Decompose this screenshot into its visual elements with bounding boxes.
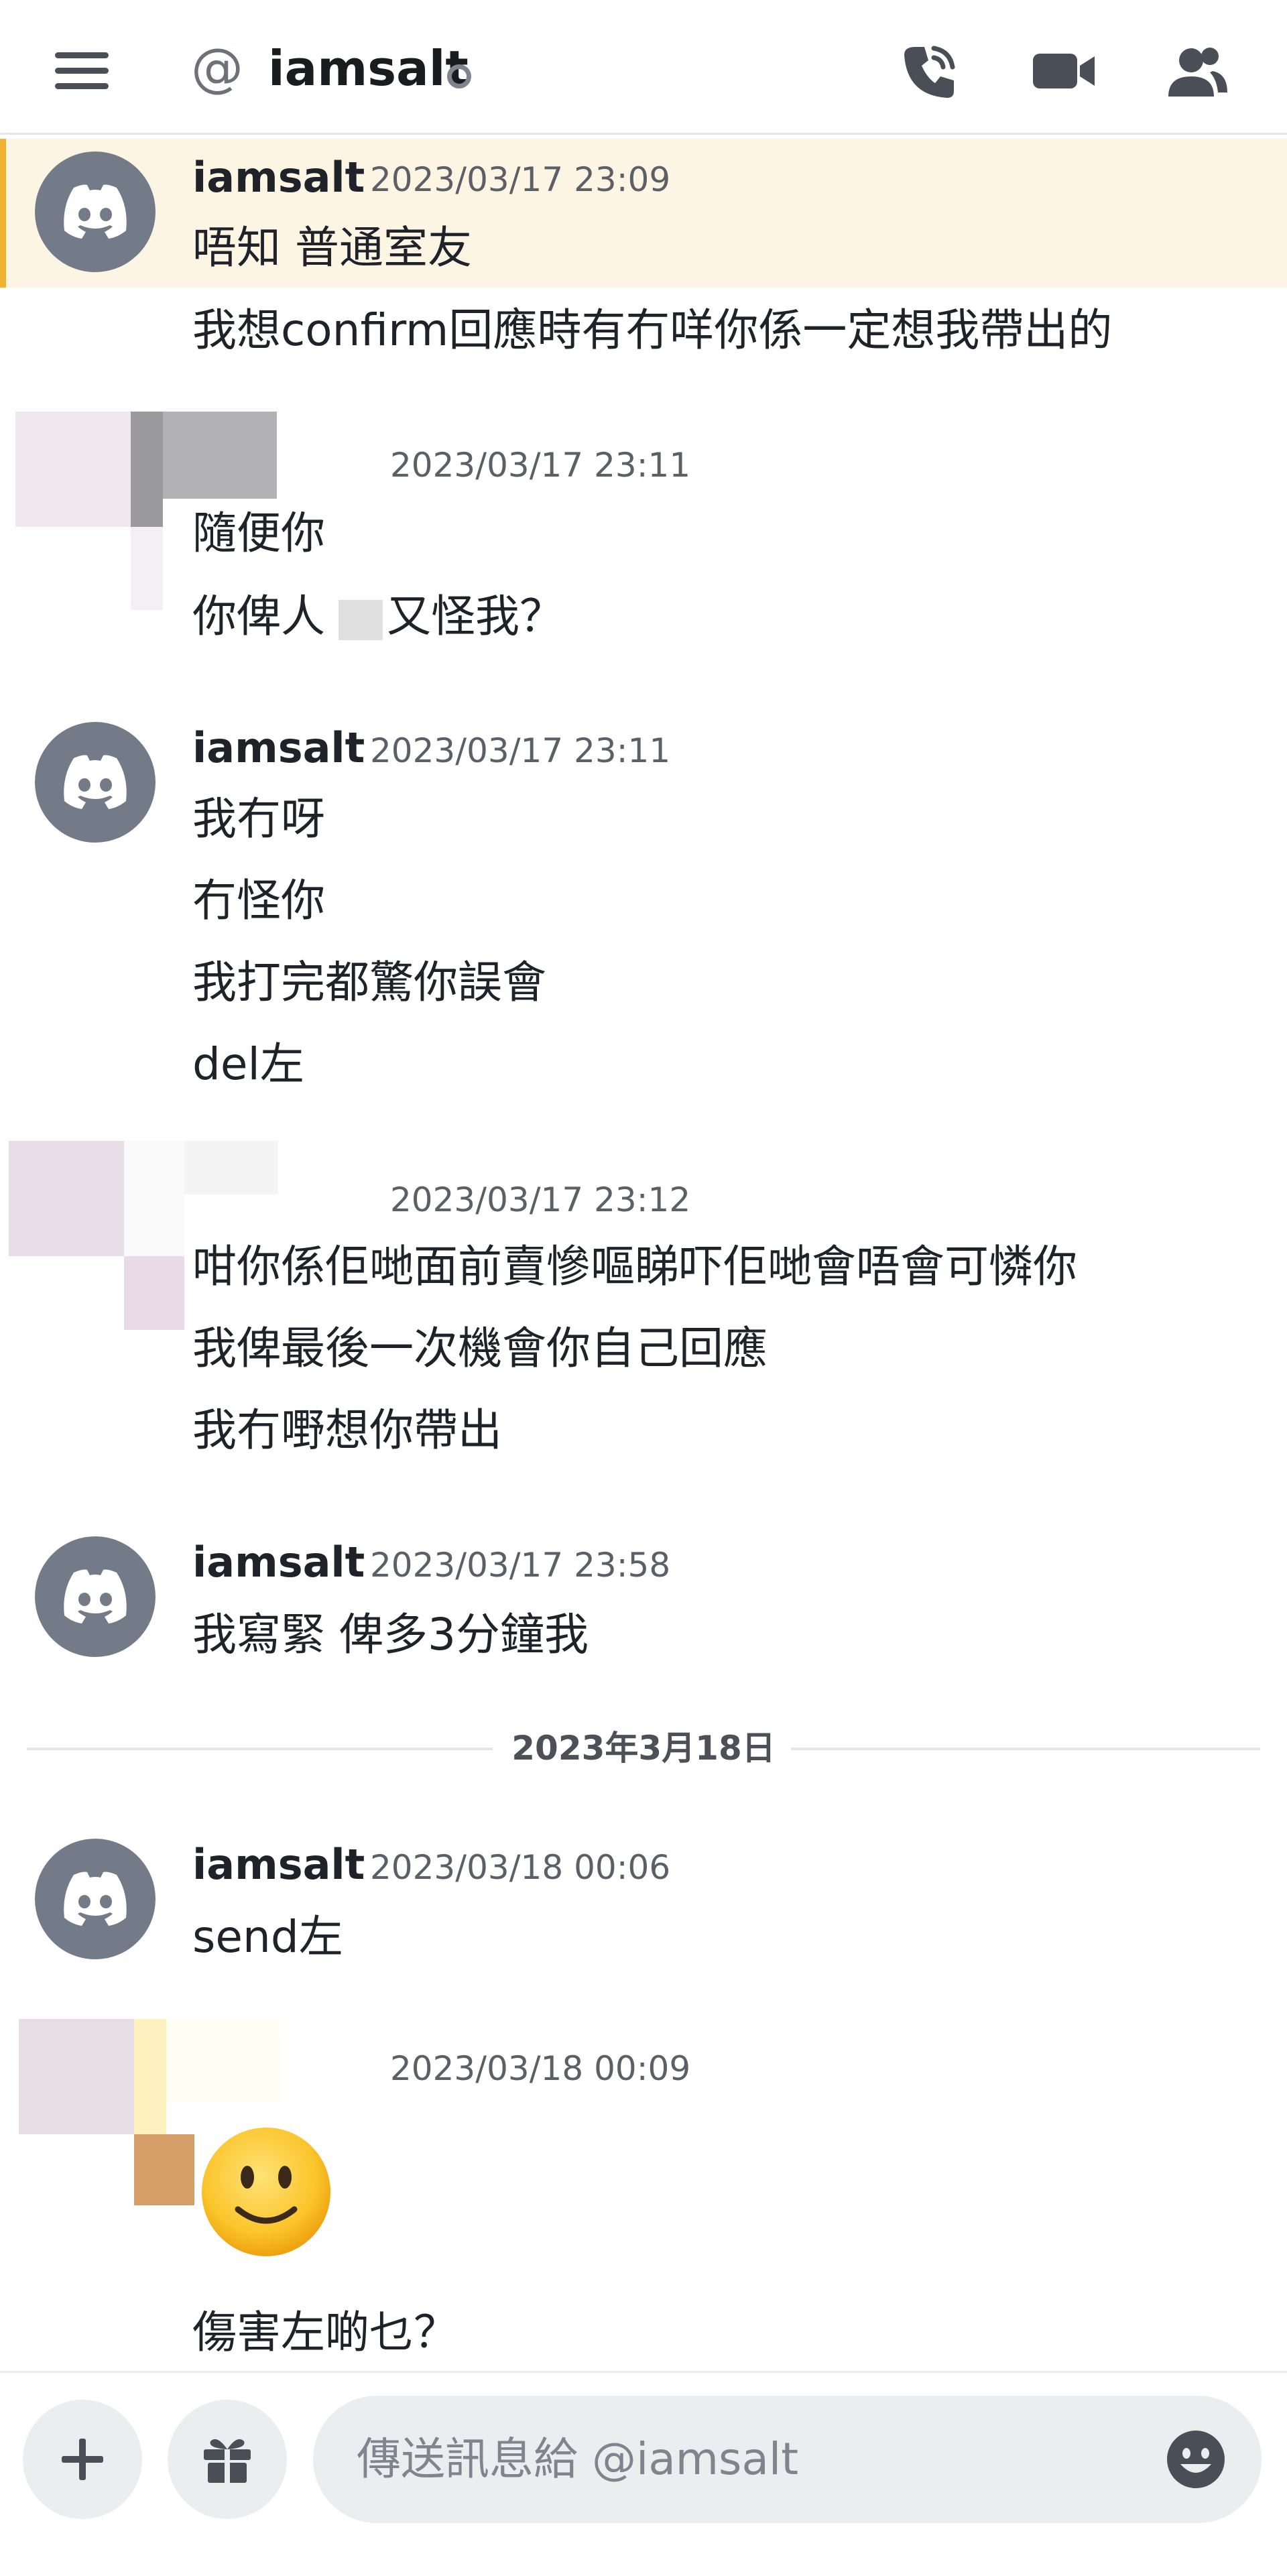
- message-author[interactable]: iamsalt: [192, 721, 365, 775]
- redacted-avatar: [134, 2134, 194, 2205]
- redacted-avatar: [124, 1256, 184, 1330]
- redacted-author-name: [184, 1141, 278, 1194]
- avatar[interactable]: [35, 1839, 156, 1959]
- avatar[interactable]: [35, 151, 156, 272]
- message-author[interactable]: iamsalt: [192, 151, 365, 204]
- message-timestamp: 2023/03/17 23:12: [390, 1180, 691, 1219]
- date-divider-line: [27, 1747, 493, 1750]
- message-text: 我冇嘢想你帶出: [192, 1404, 502, 1456]
- message-author[interactable]: iamsalt: [192, 1838, 365, 1892]
- message-text: 你俾人: [192, 591, 325, 642]
- redacted-avatar: [124, 1141, 184, 1256]
- add-attachment-button[interactable]: [23, 2400, 142, 2519]
- gift-icon: [204, 2439, 251, 2483]
- channel-header: @ iamsalt: [0, 0, 1287, 135]
- phone-call-icon[interactable]: [895, 38, 962, 105]
- mention-highlight-bar: [0, 139, 6, 288]
- message-text: 冇怪你: [192, 875, 325, 926]
- dm-username[interactable]: iamsalt: [268, 35, 469, 102]
- message-timestamp: 2023/03/17 23:09: [370, 160, 671, 199]
- message-text: 又怪我？: [387, 591, 564, 642]
- message-input-placeholder: 傳送訊息給 @iamsalt: [357, 2433, 799, 2485]
- discord-logo-icon: [64, 184, 127, 239]
- hamburger-menu-icon[interactable]: [52, 48, 113, 93]
- message-author[interactable]: iamsalt: [192, 1536, 365, 1589]
- redacted-avatar: [131, 527, 163, 610]
- avatar[interactable]: [35, 722, 156, 843]
- redacted-avatar: [131, 412, 163, 527]
- avatar[interactable]: [35, 1536, 156, 1657]
- message-text: 我俾最後一次機會你自己回應: [192, 1323, 768, 1374]
- offline-status-icon: [447, 64, 471, 88]
- date-divider-line: [791, 1747, 1260, 1750]
- discord-logo-icon: [64, 755, 127, 809]
- member-list-icon[interactable]: [1163, 38, 1230, 105]
- emoji-picker-icon[interactable]: [1166, 2429, 1226, 2490]
- redacted-text: [339, 600, 383, 640]
- at-symbol: @: [191, 38, 243, 99]
- discord-logo-icon: [64, 1569, 127, 1623]
- discord-logo-icon: [64, 1872, 127, 1926]
- message-timestamp: 2023/03/17 23:58: [370, 1546, 671, 1585]
- message-timestamp: 2023/03/17 23:11: [390, 446, 691, 485]
- message-text: send左: [192, 1911, 343, 1963]
- message-text: 我寫緊 俾多3分鐘我: [192, 1609, 589, 1660]
- message-timestamp: 2023/03/17 23:11: [370, 731, 671, 770]
- message-text: 唔知 普通室友: [192, 222, 472, 273]
- message-text: 我冇呀: [192, 793, 325, 845]
- message-text: 我想confirm回應時有冇咩你係一定想我帶出的: [192, 304, 1113, 356]
- message-text: 咁你係佢哋面前賣慘嘔睇吓佢哋會唔會可憐你: [192, 1241, 1077, 1292]
- message-text: 隨便你: [192, 507, 325, 559]
- redacted-avatar: [15, 412, 131, 527]
- message-text: 傷害左啲乜？: [192, 2307, 458, 2358]
- redacted-author-name: [166, 2019, 280, 2103]
- message-text: del左: [192, 1038, 304, 1090]
- redacted-avatar: [19, 2019, 134, 2134]
- date-divider: 2023年3月18日: [511, 1729, 776, 1768]
- message-timestamp: 2023/03/18 00:09: [390, 2049, 691, 2088]
- redacted-author-name: [163, 412, 277, 499]
- video-camera-icon[interactable]: [1030, 38, 1097, 105]
- message-input[interactable]: 傳送訊息給 @iamsalt: [313, 2396, 1262, 2523]
- plus-icon: [62, 2439, 103, 2480]
- redacted-avatar: [9, 1141, 124, 1256]
- gift-button[interactable]: [168, 2400, 287, 2519]
- slightly-smiling-face-emoji: [202, 2128, 330, 2256]
- redacted-avatar: [134, 2019, 166, 2134]
- message-timestamp: 2023/03/18 00:06: [370, 1848, 671, 1887]
- message-text: 我打完都驚你誤會: [192, 957, 546, 1008]
